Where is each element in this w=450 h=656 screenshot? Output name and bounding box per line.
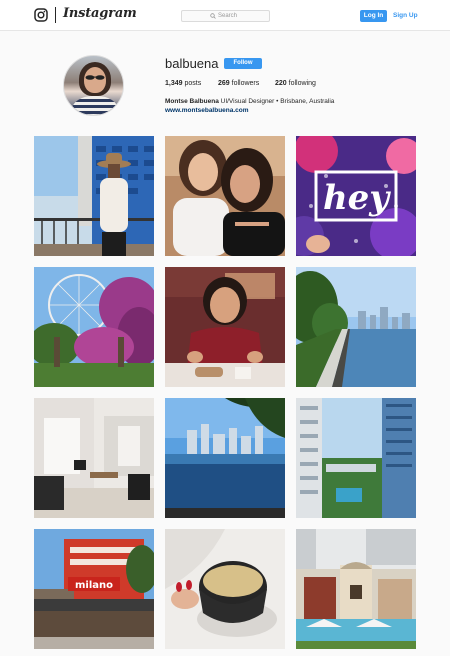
search-placeholder: Search bbox=[218, 13, 238, 19]
post-thumbnail[interactable] bbox=[165, 267, 285, 387]
post-image bbox=[296, 398, 416, 518]
follow-button[interactable]: Follow bbox=[224, 58, 262, 69]
post-image bbox=[165, 267, 285, 387]
post-image bbox=[34, 398, 154, 518]
sign-up-link[interactable]: Sign Up bbox=[393, 10, 418, 22]
instagram-camera-icon[interactable] bbox=[34, 8, 48, 22]
following-count: 220 bbox=[275, 80, 287, 87]
avatar-face bbox=[84, 67, 106, 93]
stat-following[interactable]: 220 following bbox=[275, 80, 316, 87]
followers-label: followers bbox=[231, 80, 260, 87]
post-image bbox=[34, 267, 154, 387]
search-icon bbox=[210, 13, 216, 19]
post-lettering-text: hey bbox=[323, 178, 391, 218]
post-thumbnail[interactable] bbox=[296, 267, 416, 387]
followers-count: 269 bbox=[218, 80, 230, 87]
post-image bbox=[296, 267, 416, 387]
logo-divider bbox=[55, 7, 56, 23]
stat-posts: 1,349 posts bbox=[165, 80, 201, 87]
post-thumbnail[interactable] bbox=[165, 398, 285, 518]
profile-website-link[interactable]: www.montsebalbuena.com bbox=[165, 107, 249, 114]
profile-bio-text: UI/Visual Designer • Brisbane, Australia bbox=[220, 98, 335, 105]
avatar-striped-shirt bbox=[72, 96, 118, 115]
instagram-wordmark[interactable]: Instagram bbox=[63, 6, 137, 21]
top-navigation-bar: Instagram Search Log In Sign Up bbox=[0, 0, 450, 31]
post-store-sign-text: milano bbox=[75, 580, 113, 591]
post-thumbnail[interactable]: milano bbox=[34, 529, 154, 649]
avatar-sunglasses bbox=[85, 75, 105, 80]
stat-followers[interactable]: 269 followers bbox=[218, 80, 259, 87]
posts-label: posts bbox=[184, 80, 202, 87]
log-in-button[interactable]: Log In bbox=[360, 10, 387, 22]
post-thumbnail[interactable] bbox=[34, 267, 154, 387]
post-thumbnail[interactable] bbox=[34, 136, 154, 256]
post-image: hey bbox=[296, 136, 416, 256]
post-thumbnail[interactable] bbox=[165, 529, 285, 649]
profile-bio: Montse Balbuena UI/Visual Designer • Bri… bbox=[165, 98, 334, 105]
profile-username: balbuena bbox=[165, 56, 219, 71]
profile-avatar bbox=[63, 55, 124, 116]
post-image bbox=[165, 398, 285, 518]
following-label: following bbox=[288, 80, 316, 87]
post-image: milano bbox=[34, 529, 154, 649]
profile-full-name: Montse Balbuena bbox=[165, 98, 219, 105]
post-thumbnail[interactable] bbox=[34, 398, 154, 518]
post-image bbox=[296, 529, 416, 649]
post-image bbox=[165, 136, 285, 256]
post-thumbnail[interactable] bbox=[165, 136, 285, 256]
post-image bbox=[165, 529, 285, 649]
post-thumbnail[interactable] bbox=[296, 398, 416, 518]
post-thumbnail[interactable] bbox=[296, 529, 416, 649]
post-image bbox=[34, 136, 154, 256]
posts-count: 1,349 bbox=[165, 80, 183, 87]
search-input[interactable]: Search bbox=[181, 10, 270, 22]
post-thumbnail[interactable]: hey bbox=[296, 136, 416, 256]
